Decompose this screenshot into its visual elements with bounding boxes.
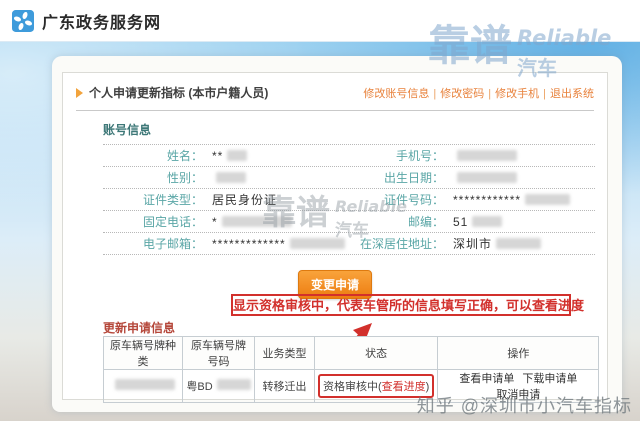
link-logout[interactable]: 退出系统 [550,88,594,100]
view-progress-link[interactable]: 查看进度 [382,381,426,393]
redacted-blob [457,150,517,161]
plate-number-text: 粤BD [186,381,213,393]
cancel-application-link[interactable]: 取消申请 [496,389,540,401]
field-label-gender: 性别： [166,171,203,185]
link-edit-account-info[interactable]: 修改账号信息 [363,88,429,100]
field-label-id-type: 证件类型： [142,193,203,207]
field-label-id-number: 证件号码： [383,193,444,207]
column-header-plate-type: 原车辆号牌种类 [103,336,183,370]
field-value-landline: * [212,214,218,229]
link-edit-password[interactable]: 修改密码 [440,88,484,100]
field-label-birthdate: 出生日期： [383,171,444,185]
cell-operations: 查看申请单 下载申请单取消申请 [437,369,600,403]
annotation-text: 显示资格审核中，代表车管所的信息填写正确，可以查看进度 [233,298,585,313]
form-row: 姓名： ** 手机号： [103,145,595,167]
update-section-title: 更新申请信息 [103,321,176,335]
link-separator: | [433,87,437,100]
app-header: 广东政务服务网 [0,0,640,42]
form-row: 电子邮箱： ************* 在深居住地址： 深圳市 [103,233,595,255]
account-info-section: 账号信息 姓名： ** 手机号： 性别： 出生日期： 证件类型： 居民身份证 证… [103,121,595,255]
site-title: 广东政务服务网 [42,14,162,32]
redacted-blob [525,194,571,205]
field-value-name: ** [212,148,224,163]
redacted-blob [472,216,503,227]
orange-arrow-icon [76,87,83,98]
status-text: 资格审核中( [323,381,382,393]
redacted-blob [457,172,517,183]
download-application-link[interactable]: 下载申请单 [522,373,577,385]
form-row: 固定电话： * 邮编： 51 [103,211,595,233]
account-links: 修改账号信息 | 修改密码 | 修改手机 | 退出系统 [363,85,594,101]
cell-plate-type [103,369,183,403]
redacted-blob [216,379,251,390]
title-divider [76,110,594,111]
column-header-status: 状态 [313,336,439,370]
form-row: 性别： 出生日期： [103,167,595,189]
link-separator: | [488,87,492,100]
link-edit-phone[interactable]: 修改手机 [495,88,539,100]
redacted-blob [289,238,345,249]
content-box: 个人申请更新指标 (本市户籍人员) 修改账号信息 | 修改密码 | 修改手机 | 退出系统 … [62,72,608,403]
applications-table: 原车辆号牌种类 原车辆号牌号码 业务类型 状态 操作 粤BD 转移迁出 资格审核… [103,336,600,403]
field-label-email: 电子邮箱： [142,237,203,251]
field-label-address: 在深居住地址： [359,237,444,251]
field-value-email: ************* [212,236,286,251]
table-row: 粤BD 转移迁出 资格审核中(查看进度) 查看申请单 下载申请单取消申请 [103,369,600,403]
field-label-landline: 固定电话： [142,215,203,229]
field-value-zipcode: 51 [453,214,469,229]
cell-plate-number: 粤BD [182,369,255,403]
cell-business-type: 转移迁出 [254,369,315,403]
site-logo-icon [12,9,34,32]
column-header-business-type: 业务类型 [254,336,315,370]
status-text-close: ) [425,381,430,393]
redacted-blob [115,379,175,390]
field-label-zipcode: 邮编： [407,215,444,229]
content-panel: 个人申请更新指标 (本市户籍人员) 修改账号信息 | 修改密码 | 修改手机 | 退出系统 … [52,56,622,412]
redacted-blob [227,150,248,161]
field-label-mobile: 手机号： [395,149,444,163]
redacted-blob [496,238,542,249]
cell-status: 资格审核中(查看进度) [313,369,439,403]
field-value-address: 深圳市 [453,237,493,251]
status-highlight-box: 资格审核中(查看进度) [318,374,435,398]
panel-title-row: 个人申请更新指标 (本市户籍人员) 修改账号信息 | 修改密码 | 修改手机 | 退出系统 [63,73,607,110]
field-label-name: 姓名： [166,149,203,163]
column-header-operations: 操作 [437,336,600,370]
account-section-title: 账号信息 [103,123,152,137]
form-row: 证件类型： 居民身份证 证件号码： ************ [103,189,595,211]
page-title: 个人申请更新指标 (本市户籍人员) [89,86,269,100]
link-separator: | [543,87,546,100]
account-form: 姓名： ** 手机号： 性别： 出生日期： 证件类型： 居民身份证 证件号码： [103,144,595,255]
view-application-link[interactable]: 查看申请单 [459,373,514,385]
field-value-id-number: ************ [453,192,522,207]
annotation-box: 显示资格审核中，代表车管所的信息填写正确，可以查看进度 [231,294,584,316]
redacted-blob [221,216,292,227]
redacted-blob [216,172,246,183]
table-header-row: 原车辆号牌种类 原车辆号牌号码 业务类型 状态 操作 [103,336,600,370]
business-type-text: 转移迁出 [262,381,307,393]
field-value-id-type: 居民身份证 [212,193,278,207]
column-header-plate-number: 原车辆号牌号码 [182,336,255,370]
